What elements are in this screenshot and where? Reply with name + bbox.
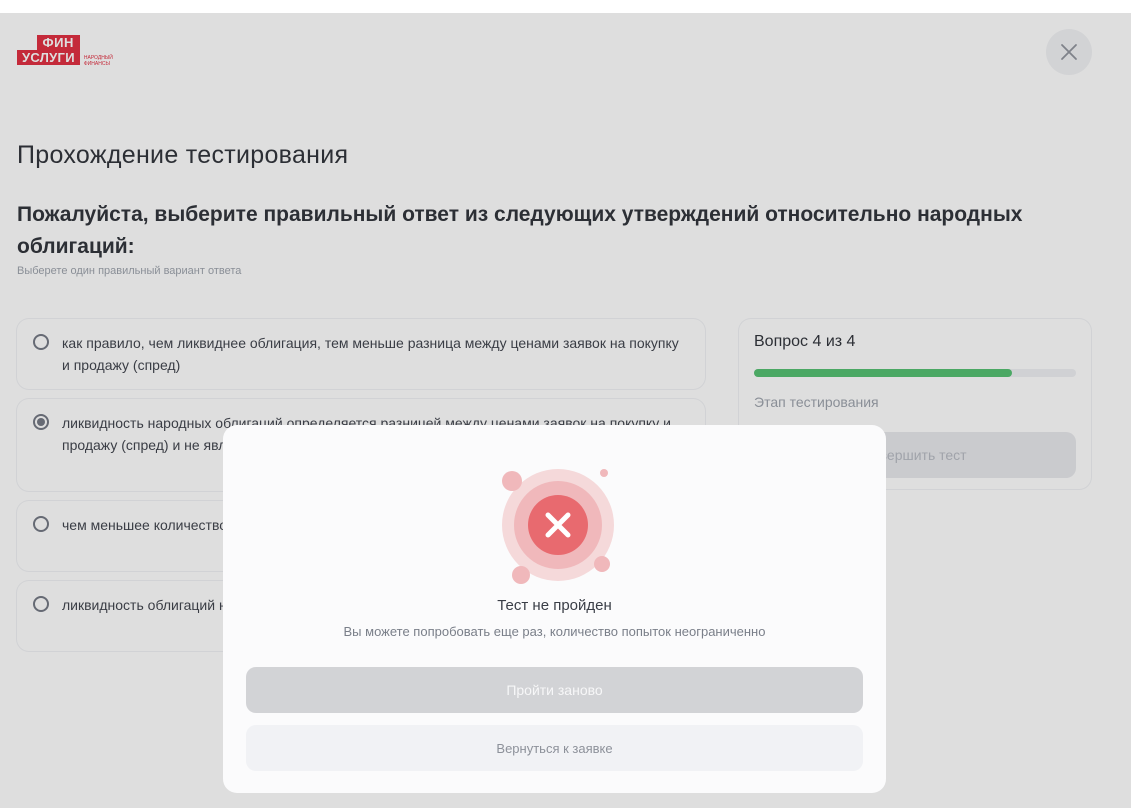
modal-text: Вы можете попробовать еще раз, количеств… bbox=[343, 624, 766, 639]
modal-title: Тест не пройден bbox=[497, 597, 612, 614]
result-modal: Тест не пройден Вы можете попробовать ещ… bbox=[223, 425, 886, 793]
back-to-application-button[interactable]: Вернуться к заявке bbox=[246, 725, 863, 771]
failed-x-icon bbox=[502, 469, 614, 584]
retry-button[interactable]: Пройти заново bbox=[246, 667, 863, 713]
